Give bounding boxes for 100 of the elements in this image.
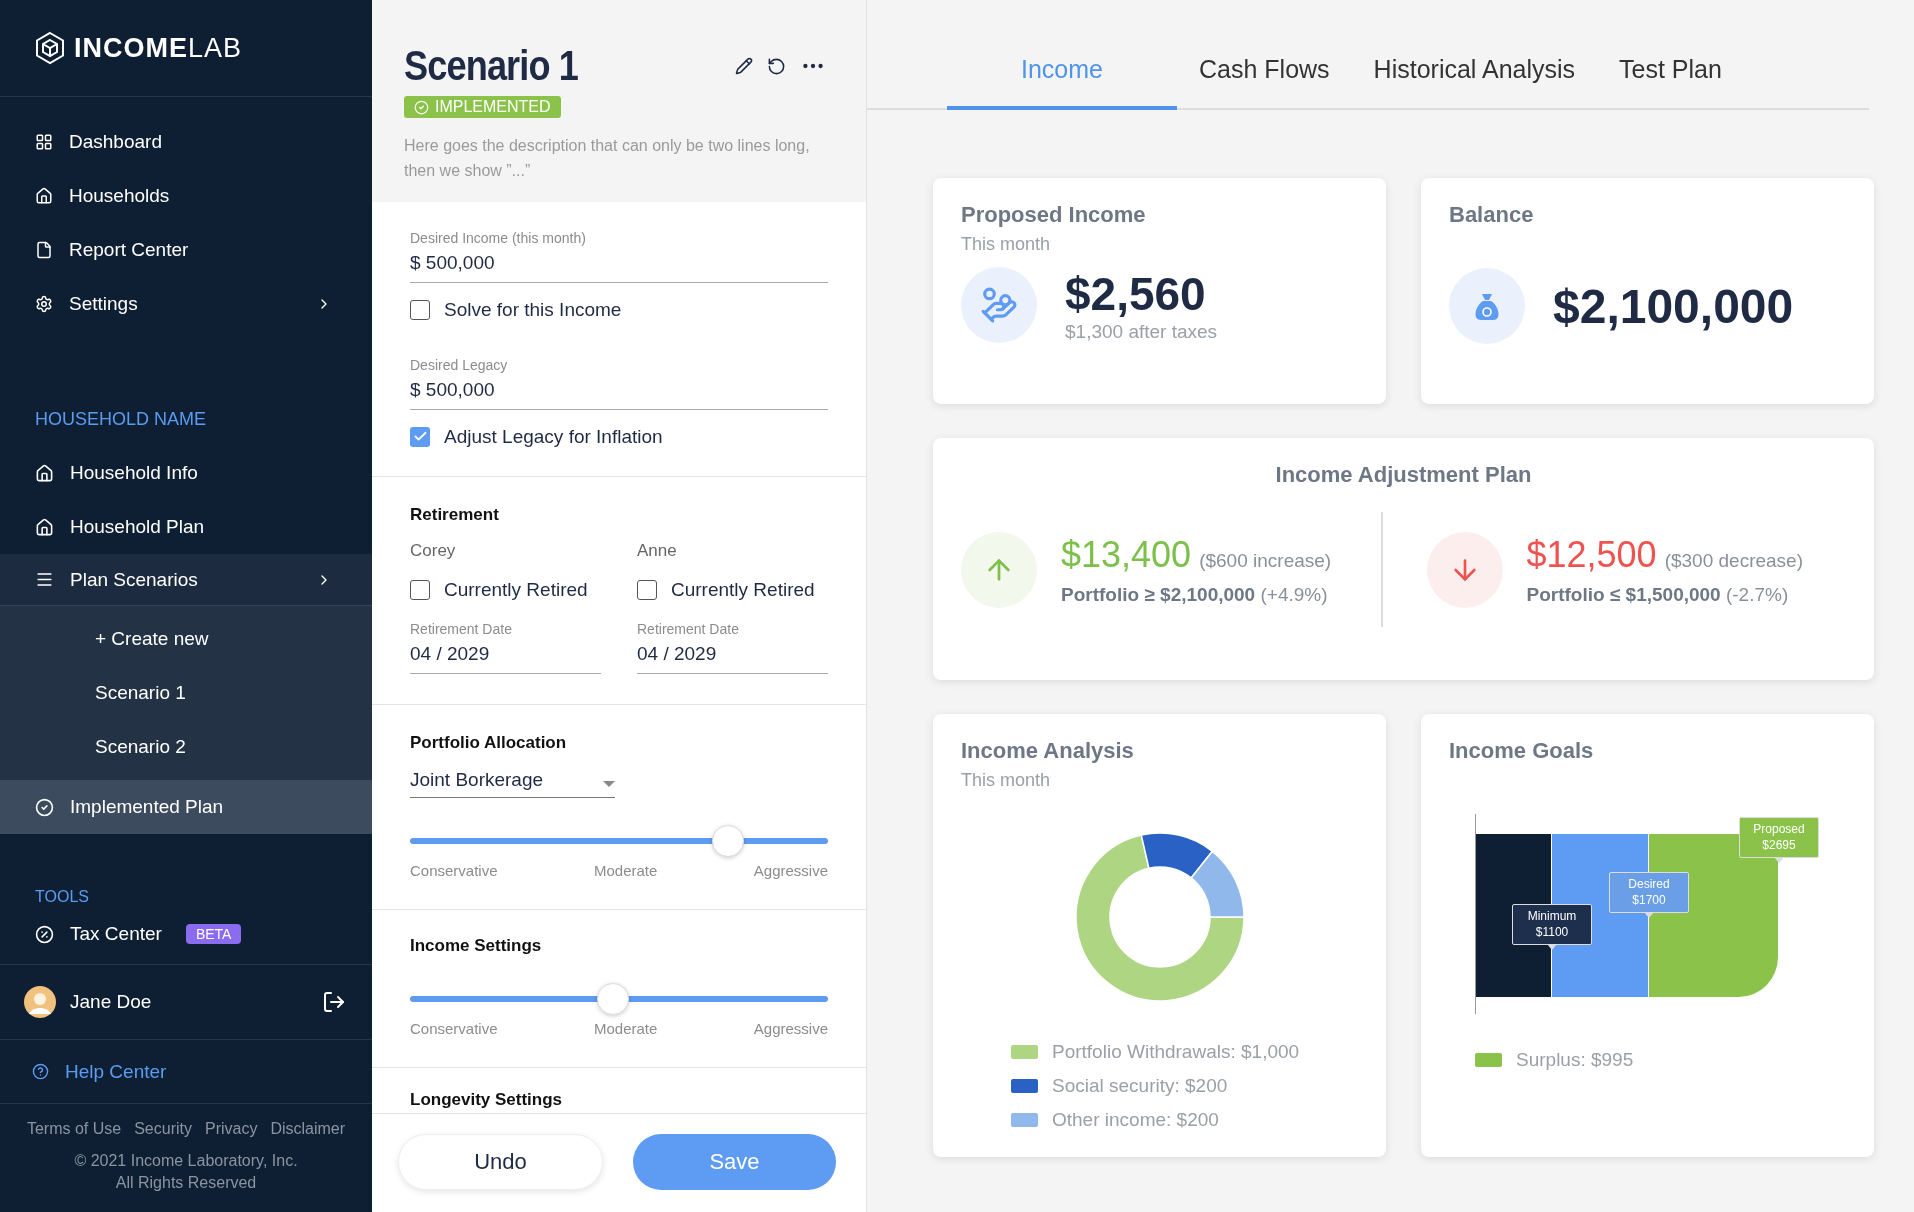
submenu-item[interactable]: Scenario 2 bbox=[0, 720, 372, 774]
card-title: Income Goals bbox=[1449, 738, 1595, 764]
tab[interactable]: Test Plan bbox=[1597, 55, 1744, 110]
copyright-text: All Rights Reserved bbox=[114, 1172, 258, 1193]
nav-item[interactable]: Dashboard bbox=[0, 115, 372, 169]
slider-track[interactable] bbox=[410, 982, 828, 1015]
nav-icon bbox=[35, 187, 53, 205]
checkbox[interactable] bbox=[637, 579, 657, 600]
checkbox[interactable] bbox=[410, 579, 430, 600]
tab[interactable]: Historical Analysis bbox=[1351, 55, 1598, 110]
check-circle-icon bbox=[414, 99, 429, 115]
date-field[interactable]: 04 / 2029 bbox=[410, 636, 601, 674]
field-label: Desired Income (this month) bbox=[410, 229, 587, 246]
scenario-description: Here goes the description that can only be two lines long, then we show ”...” bbox=[404, 135, 811, 182]
slider-thumb[interactable] bbox=[711, 824, 744, 857]
portfolio-condition: Portfolio ≥ $2,100,000 (+4.9%) bbox=[1061, 583, 1329, 606]
after-tax-note: $1,300 after taxes bbox=[1065, 321, 1218, 343]
submenu-item[interactable]: + Create new bbox=[0, 612, 372, 666]
field-label: Desired Legacy bbox=[410, 356, 509, 373]
nav-label: Tax Center bbox=[70, 923, 162, 945]
scenario-title: Scenario 1 bbox=[404, 42, 580, 90]
edit-icon[interactable] bbox=[735, 57, 753, 75]
nav-icon bbox=[35, 797, 54, 817]
portfolio-condition: Portfolio ≤ $1,500,000 (-2.7%) bbox=[1526, 583, 1790, 606]
logo-icon bbox=[34, 31, 66, 65]
legend-label: Other income: $200 bbox=[1052, 1109, 1219, 1131]
slider-label: Aggressive bbox=[753, 861, 828, 879]
card-title: Balance bbox=[1449, 202, 1535, 228]
card-title: Proposed Income bbox=[961, 202, 1147, 228]
section-heading: Income Settings bbox=[410, 935, 543, 956]
nav-icon bbox=[35, 133, 53, 151]
caret-icon bbox=[603, 780, 615, 787]
nav-icon bbox=[35, 463, 54, 483]
person-name: Corey bbox=[410, 540, 457, 561]
section-heading: Retirement bbox=[410, 504, 500, 525]
footer-link[interactable]: Disclaimer bbox=[270, 1120, 346, 1138]
nav-icon bbox=[35, 517, 54, 537]
footer-link[interactable]: Privacy bbox=[204, 1120, 258, 1138]
percent-icon bbox=[35, 924, 54, 944]
account-select[interactable]: Joint Borkerage bbox=[410, 762, 615, 798]
nav-item[interactable]: Households bbox=[0, 169, 372, 223]
section-heading: HOUSEHOLD NAME bbox=[34, 409, 208, 430]
undo-button[interactable]: Undo bbox=[398, 1134, 603, 1190]
footer-link[interactable]: Security bbox=[134, 1120, 192, 1138]
nav-item[interactable]: Settings bbox=[0, 277, 372, 331]
slider-label: Conservative bbox=[410, 1019, 498, 1037]
footer-link[interactable]: Terms of Use bbox=[26, 1120, 122, 1138]
tab[interactable]: Cash Flows bbox=[1177, 55, 1352, 110]
nav-item[interactable]: Household Info bbox=[0, 446, 372, 500]
date-field[interactable]: 04 / 2029 bbox=[637, 636, 828, 674]
income-amount: $2,560 bbox=[1065, 267, 1207, 321]
slider-label: Aggressive bbox=[753, 1019, 828, 1037]
card-title: Income Adjustment Plan bbox=[1274, 462, 1533, 488]
section-heading: Portfolio Allocation bbox=[410, 732, 568, 753]
card-title: Income Analysis bbox=[961, 738, 1135, 764]
field-label: Retirement Date bbox=[410, 620, 513, 637]
person-name: Anne bbox=[637, 540, 678, 561]
field-label: Retirement Date bbox=[637, 620, 740, 637]
nav-item[interactable]: Household Plan bbox=[0, 500, 372, 554]
section-heading: Longevity Settings bbox=[410, 1089, 564, 1110]
hand-coin-icon bbox=[980, 286, 1018, 324]
checkbox-label: Currently Retired bbox=[671, 578, 815, 601]
logout-icon[interactable] bbox=[322, 990, 346, 1014]
checkbox-label: Adjust Legacy for Inflation bbox=[444, 425, 663, 448]
avatar bbox=[24, 986, 56, 1018]
slider-label: Conservative bbox=[410, 861, 498, 879]
balance-amount: $2,100,000 bbox=[1553, 278, 1794, 334]
status-badge: IMPLEMENTED bbox=[404, 96, 561, 118]
income-field[interactable]: $ 500,000 bbox=[410, 245, 828, 283]
checkbox[interactable] bbox=[410, 426, 430, 447]
legend-label: Surplus: $995 bbox=[1516, 1049, 1634, 1071]
slider-label: Moderate bbox=[594, 861, 658, 879]
card-subtitle: This month bbox=[961, 770, 1052, 791]
nav-item[interactable]: Plan Scenarios bbox=[0, 554, 372, 606]
nav-icon bbox=[35, 570, 54, 589]
slider-track[interactable] bbox=[410, 824, 828, 857]
nav-item[interactable]: Report Center bbox=[0, 223, 372, 277]
refresh-icon[interactable] bbox=[767, 56, 786, 76]
section-heading: TOOLS bbox=[34, 888, 90, 906]
nav-icon bbox=[35, 295, 53, 313]
slider-label: Moderate bbox=[594, 1019, 658, 1037]
beta-badge: BETA bbox=[185, 924, 242, 944]
nav-item[interactable]: Implemented Plan bbox=[0, 780, 372, 834]
nav-item[interactable]: Tax Center BETA bbox=[0, 914, 372, 954]
copyright-text: © 2021 Income Laboratory, Inc. bbox=[73, 1151, 299, 1171]
change-note: ($300 decrease) bbox=[1664, 549, 1803, 571]
checkbox-label: Currently Retired bbox=[444, 578, 588, 601]
legend-label: Portfolio Withdrawals: $1,000 bbox=[1052, 1041, 1300, 1063]
brand-name: INCOMELAB bbox=[74, 32, 243, 64]
checkbox-label: Solve for this Income bbox=[444, 298, 622, 321]
slider-thumb[interactable] bbox=[596, 982, 629, 1015]
adjusted-amount: $12,500 bbox=[1526, 533, 1657, 575]
legacy-field[interactable]: $ 500,000 bbox=[410, 372, 828, 410]
help-icon bbox=[32, 1063, 49, 1080]
submenu-item[interactable]: Scenario 1 bbox=[0, 666, 372, 720]
checkbox[interactable] bbox=[410, 299, 430, 320]
legend-label: Social security: $200 bbox=[1052, 1075, 1228, 1097]
change-note: ($600 increase) bbox=[1199, 549, 1332, 571]
nav-icon bbox=[35, 241, 53, 259]
card-subtitle: This month bbox=[961, 234, 1052, 255]
